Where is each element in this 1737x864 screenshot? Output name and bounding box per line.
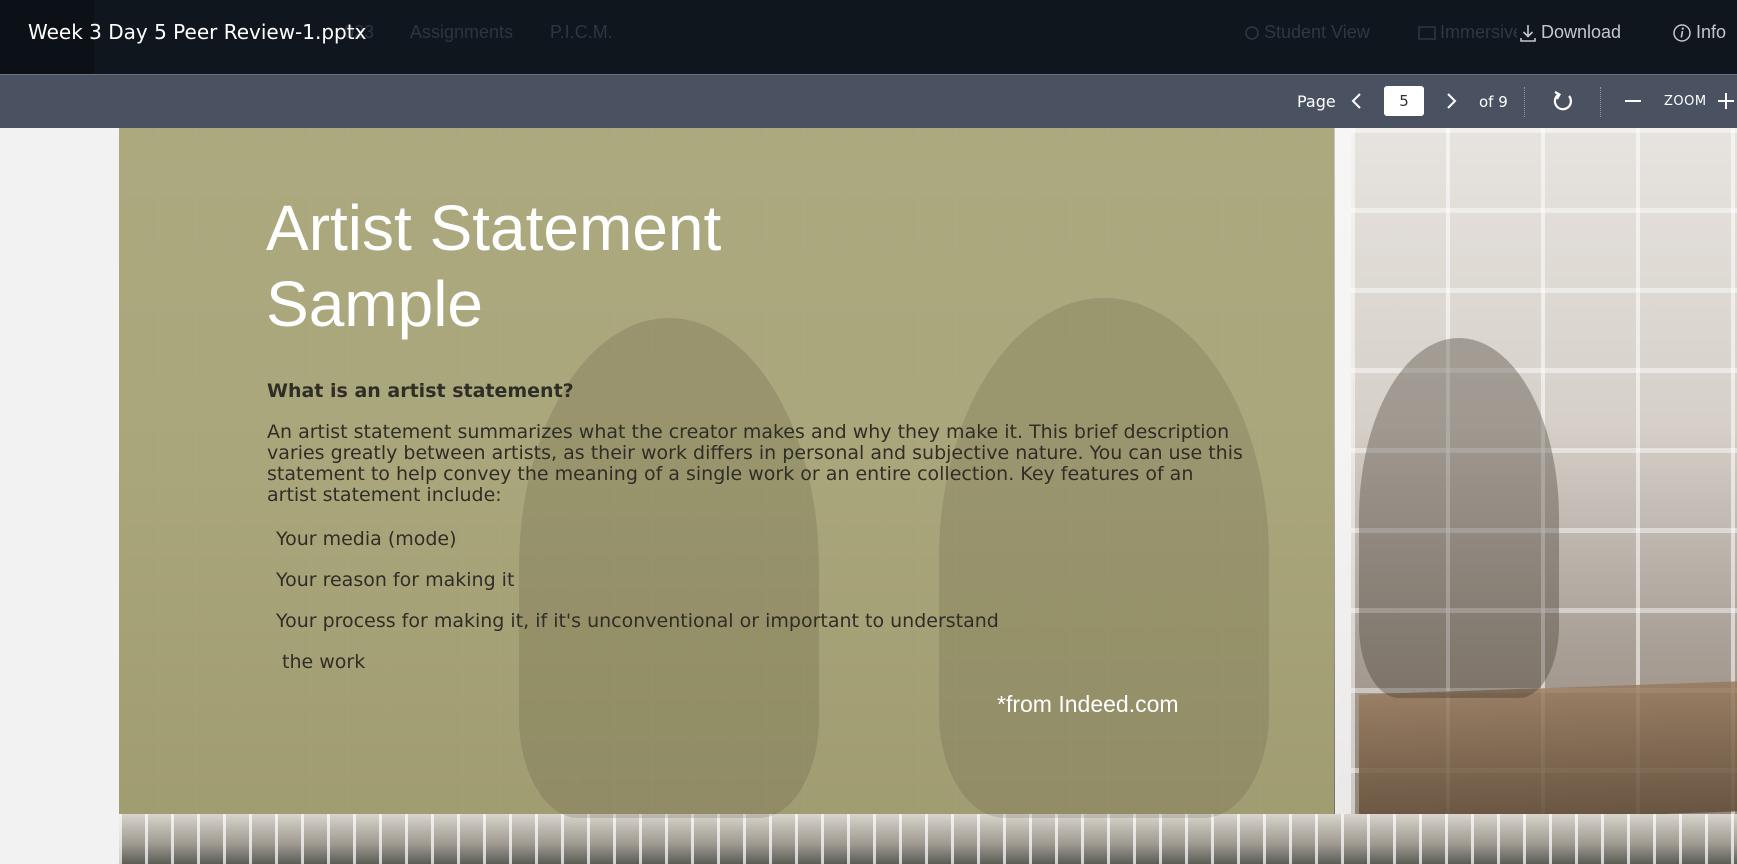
info-button[interactable]: Info — [1672, 22, 1726, 43]
top-bar: 023 Assignments P.I.C.M. Week 3 Day 5 Pe… — [0, 0, 1737, 74]
info-icon — [1673, 23, 1691, 42]
background-photo-table — [1359, 681, 1737, 825]
student-view-icon — [1245, 25, 1259, 40]
page-number-input[interactable] — [1384, 86, 1424, 116]
info-label: Info — [1696, 22, 1727, 42]
next-page-button[interactable] — [1436, 85, 1466, 117]
rotate-button[interactable] — [1548, 85, 1578, 117]
document-toolbar: Page of 9 ZOOM — [0, 74, 1737, 128]
zoom-out-button[interactable] — [1618, 85, 1648, 117]
page-label: Page — [1297, 92, 1336, 111]
background-photo-bottom — [119, 814, 1737, 864]
background-nav-assignments: Assignments — [410, 22, 514, 42]
download-icon — [1520, 24, 1536, 42]
feature-item: Your media (mode) — [276, 528, 457, 550]
feature-item: Your reason for making it — [276, 569, 515, 591]
immersive-button[interactable]: Immersive — [1418, 22, 1523, 43]
download-button[interactable]: Download — [1517, 22, 1622, 43]
feature-item: the work — [282, 651, 366, 673]
slide-body-text: An artist statement summarizes what the … — [267, 421, 1243, 506]
student-view-label: Student View — [1264, 22, 1370, 42]
previous-page-button[interactable] — [1342, 85, 1372, 117]
page-total: of 9 — [1479, 93, 1508, 111]
slide-title-line-1: Artist Statement — [266, 192, 722, 264]
zoom-in-button[interactable] — [1718, 85, 1737, 117]
chevron-right-icon — [1447, 93, 1457, 109]
feature-item: Your process for making it, if it's unco… — [276, 610, 999, 632]
file-title: Week 3 Day 5 Peer Review-1.pptx — [28, 20, 367, 44]
background-photo-person-2 — [939, 298, 1269, 818]
background-photo-person — [1359, 338, 1559, 698]
chevron-left-icon — [1351, 93, 1361, 109]
immersive-label: Immersive — [1440, 22, 1524, 42]
document-viewer[interactable]: Artist Statement Sample What is an artis… — [0, 128, 1737, 864]
student-view-button[interactable]: Student View — [1244, 22, 1370, 43]
slide-title: Artist Statement Sample — [266, 190, 721, 342]
plus-icon — [1718, 93, 1734, 109]
slide-title-line-2: Sample — [266, 268, 483, 340]
slide-text-panel: Artist Statement Sample What is an artis… — [119, 128, 1334, 818]
download-label: Download — [1541, 22, 1622, 42]
toolbar-divider-2 — [1600, 87, 1601, 117]
slide-divider-strip — [1335, 128, 1351, 864]
rotate-icon — [1553, 91, 1572, 111]
minus-icon — [1625, 100, 1641, 102]
toolbar-divider — [1524, 87, 1525, 117]
slide-question: What is an artist statement? — [267, 380, 574, 402]
background-nav-picm: P.I.C.M. — [550, 22, 613, 42]
immersive-icon — [1418, 25, 1436, 40]
slide-5: Artist Statement Sample What is an artis… — [119, 128, 1737, 864]
slide-source-credit: *from Indeed.com — [997, 691, 1179, 717]
zoom-label: ZOOM — [1664, 94, 1707, 109]
